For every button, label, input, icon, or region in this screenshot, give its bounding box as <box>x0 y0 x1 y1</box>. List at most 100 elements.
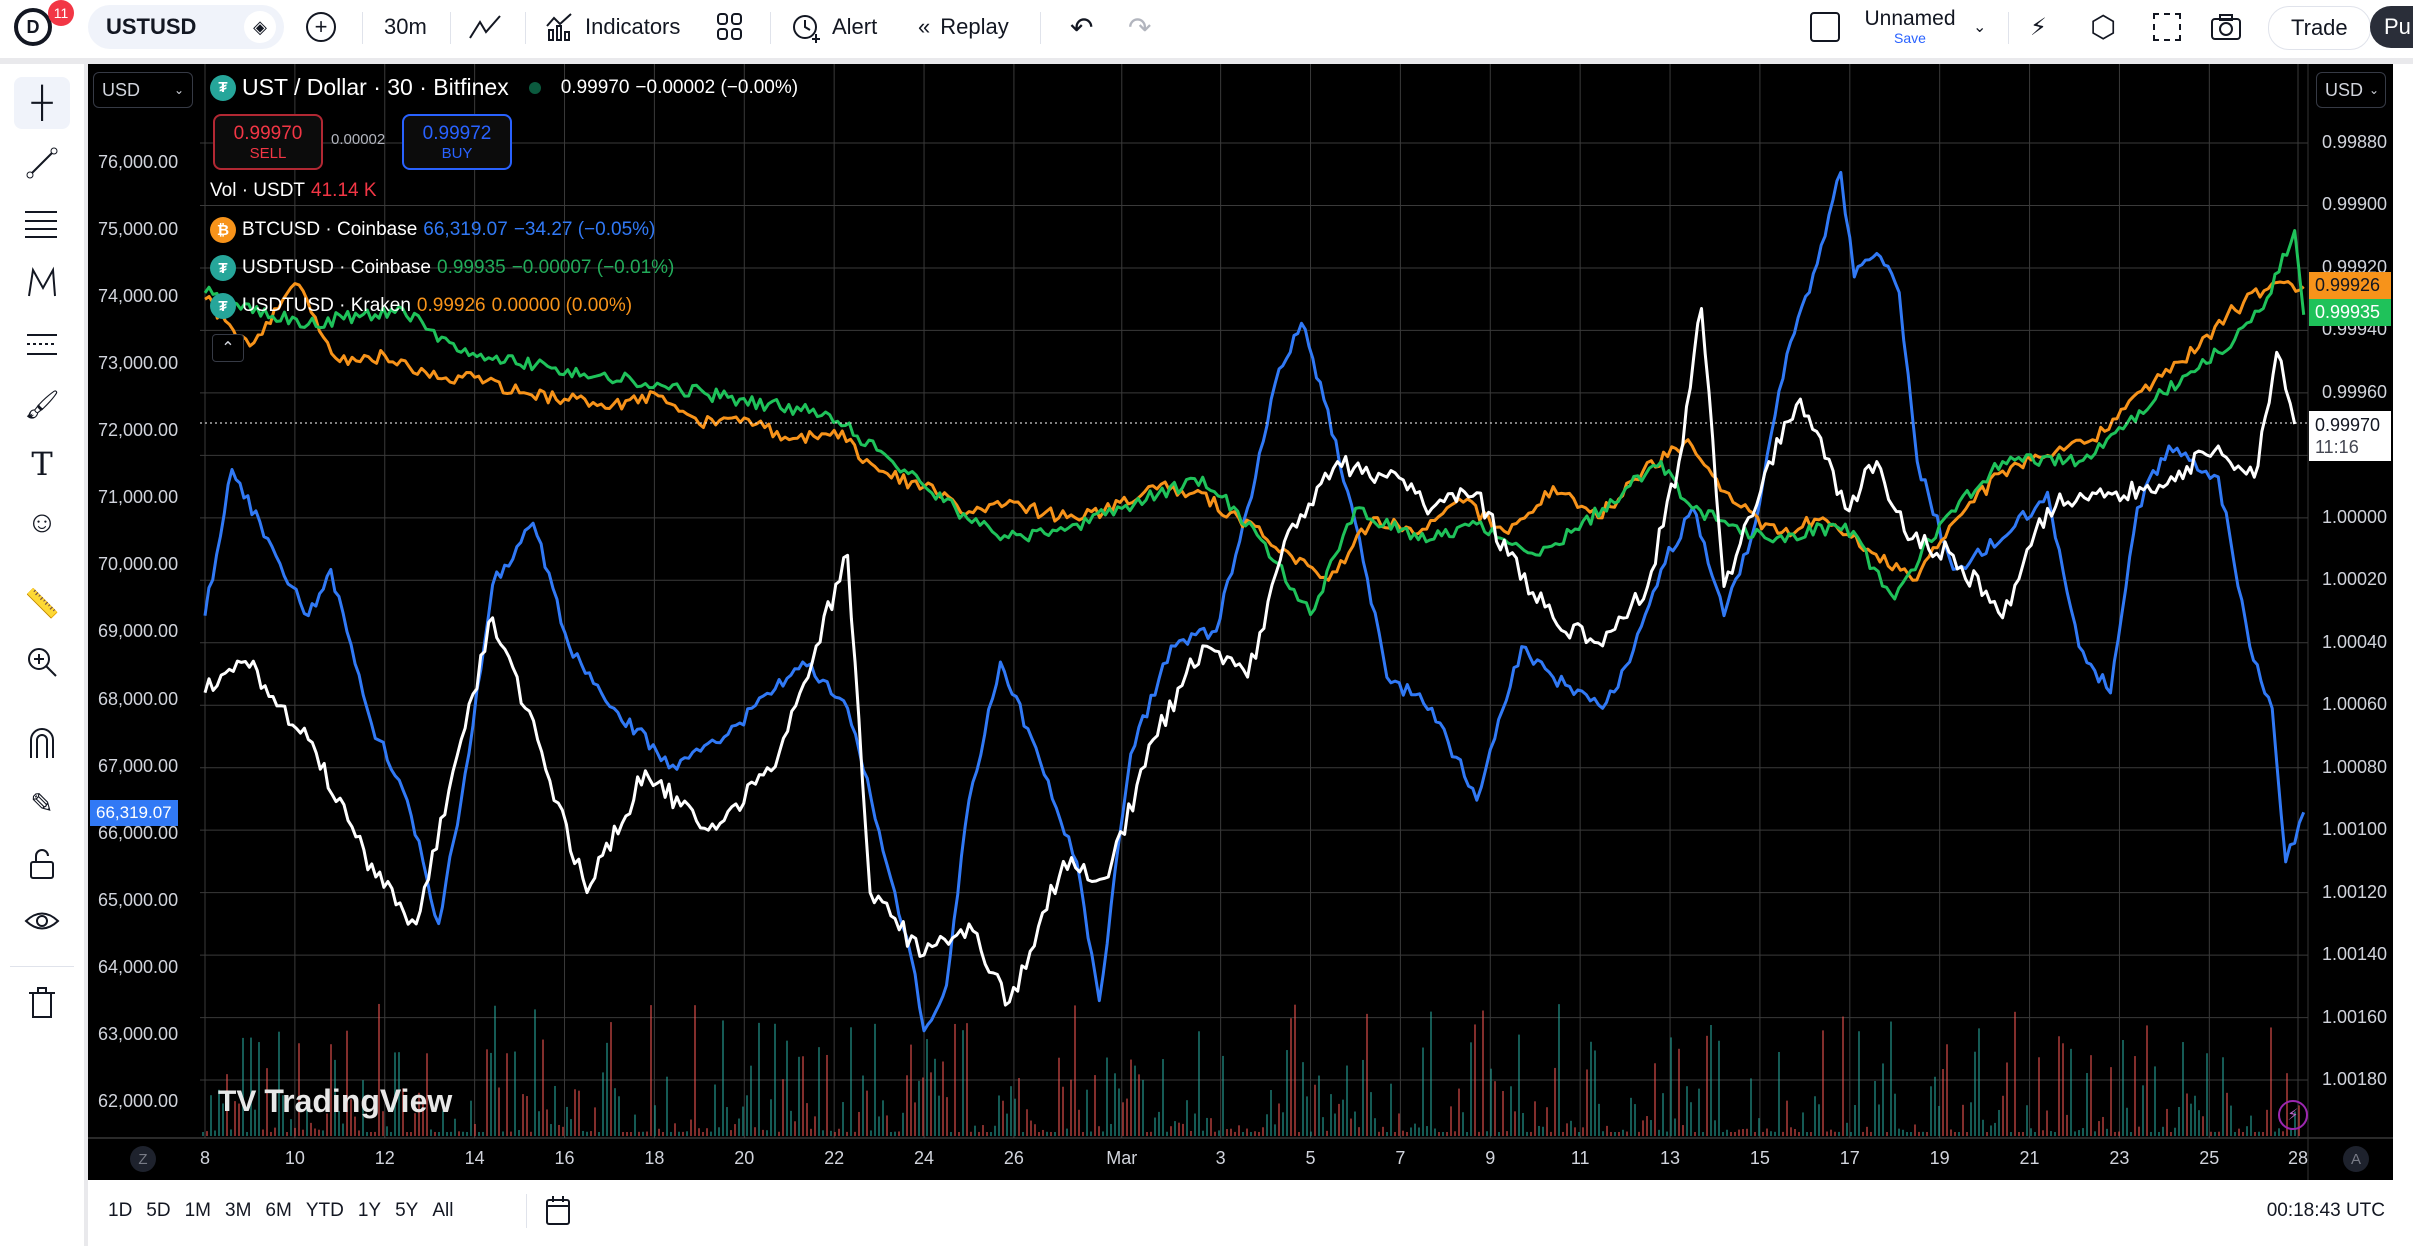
volume-bar <box>1210 1118 1212 1136</box>
range-button-5y[interactable]: 5Y <box>395 1200 418 1222</box>
volume-bar <box>1022 1131 1024 1136</box>
volume-bar <box>1418 1127 1420 1136</box>
volume-bar <box>1778 1051 1780 1136</box>
volume-bar <box>1178 1122 1180 1136</box>
volume-bar <box>1174 1121 1176 1136</box>
right-axis-label: 1.00160 <box>2322 1006 2388 1027</box>
range-button-all[interactable]: All <box>432 1200 453 1222</box>
right-currency-select[interactable]: USD ⌄ <box>2316 72 2386 108</box>
spread-value: 0.00002 <box>331 131 386 148</box>
compare-legend-usdt-coinbase[interactable]: ₮ USDTUSD · Coinbase 0.99935 −0.00007 (−… <box>210 255 674 281</box>
range-button-1m[interactable]: 1M <box>185 1200 211 1222</box>
volume-bar <box>834 1132 836 1136</box>
main-series-legend[interactable]: ₮ UST / Dollar · 30 · Bitfinex 0.99970 −… <box>210 74 798 101</box>
quick-trade-button[interactable]: ⚡ <box>2278 1100 2308 1130</box>
volume-bar <box>1114 1073 1116 1136</box>
volume-bar <box>1050 1131 1052 1136</box>
auto-scale-button[interactable]: A <box>2343 1146 2369 1172</box>
volume-bar <box>934 1058 936 1136</box>
volume-bar <box>2094 1131 2096 1136</box>
volume-bar <box>1906 1132 1908 1136</box>
buy-button[interactable]: 0.99972 BUY <box>402 114 512 170</box>
compare-legend-usdt-kraken[interactable]: ₮ USDTUSD · Kraken 0.99926 0.00000 (0.00… <box>210 293 632 319</box>
compare-legend-btcusd[interactable]: ₿ BTCUSD · Coinbase 66,319.07 −34.27 (−0… <box>210 217 655 243</box>
volume-bar <box>2230 1105 2232 1136</box>
volume-bar <box>918 1080 920 1136</box>
volume-bar <box>1162 1059 1164 1136</box>
utc-clock[interactable]: 00:18:43 UTC <box>2267 1200 2385 1222</box>
time-axis-label: 14 <box>464 1148 485 1168</box>
volume-bar <box>566 1106 568 1136</box>
volume-bar <box>974 1125 976 1136</box>
right-axis-label: 1.00080 <box>2322 756 2388 777</box>
time-axis-label: 21 <box>2019 1148 2040 1168</box>
volume-bar <box>1098 1126 1100 1136</box>
volume-bar <box>2282 1131 2284 1136</box>
range-button-1d[interactable]: 1D <box>108 1200 132 1222</box>
series-line-usdtusd-kraken <box>204 280 2305 582</box>
left-axis-label: 63,000.00 <box>98 1023 179 1044</box>
range-button-5d[interactable]: 5D <box>146 1200 170 1222</box>
time-axis-label: 7 <box>1395 1148 1406 1168</box>
volume-bar <box>1386 1131 1388 1136</box>
range-button-1y[interactable]: 1Y <box>358 1200 381 1222</box>
volume-bar <box>1422 1047 1424 1136</box>
go-to-date-button[interactable] <box>543 1194 573 1233</box>
volume-bar <box>314 1128 316 1136</box>
volume-bar <box>1846 1122 1848 1136</box>
volume-bar <box>1894 1093 1896 1136</box>
volume-bar <box>822 1130 824 1136</box>
volume-bar <box>1446 1131 1448 1136</box>
volume-bar <box>890 1131 892 1136</box>
volume-bar <box>546 1109 548 1136</box>
range-button-6m[interactable]: 6M <box>265 1200 291 1222</box>
collapse-legend-button[interactable]: ⌃ <box>212 334 244 362</box>
volume-bar <box>634 1114 636 1136</box>
volume-bar <box>790 1110 792 1136</box>
volume-bar <box>858 1111 860 1136</box>
sell-button[interactable]: 0.99970 SELL <box>213 114 323 170</box>
time-axis-label: 17 <box>1839 1148 1860 1168</box>
volume-bar <box>1714 1120 1716 1136</box>
volume-bar <box>1690 1102 1692 1136</box>
volume-bar <box>1350 1118 1352 1136</box>
left-currency-select[interactable]: USD ⌄ <box>93 72 193 108</box>
volume-bar <box>1822 1030 1824 1136</box>
volume-bar <box>1246 1128 1248 1136</box>
volume-bar <box>1082 1131 1084 1136</box>
volume-bar <box>894 1131 896 1136</box>
volume-bar <box>686 1131 688 1136</box>
volume-bar <box>2278 1128 2280 1136</box>
volume-bar <box>1406 1131 1408 1136</box>
volume-bar <box>1382 1126 1384 1136</box>
time-axis-label: 5 <box>1305 1148 1316 1168</box>
volume-bar <box>1394 1131 1396 1136</box>
volume-bar <box>1054 1132 1056 1136</box>
market-status-dot <box>528 81 541 94</box>
volume-bar <box>2102 1116 2104 1136</box>
volume-bar <box>1914 1124 1916 1136</box>
volume-bar <box>1898 1128 1900 1136</box>
volume-bar <box>798 1056 800 1136</box>
tradingview-watermark[interactable]: TV TradingView <box>218 1083 452 1120</box>
bar-countdown: 11:16 <box>2315 437 2359 457</box>
compare-value: 66,319.07 <box>423 219 508 240</box>
range-button-3m[interactable]: 3M <box>225 1200 251 1222</box>
volume-bar <box>850 1027 852 1136</box>
zoom-reset-button[interactable]: Z <box>130 1146 156 1172</box>
volume-bar <box>842 1102 844 1136</box>
volume-bar <box>986 1131 988 1136</box>
volume-bar <box>2046 1110 2048 1136</box>
volume-bar <box>1494 1081 1496 1136</box>
volume-bar <box>1818 1104 1820 1136</box>
volume-bar <box>2162 1126 2164 1136</box>
volume-bar <box>554 1085 556 1136</box>
volume-bar <box>1122 1102 1124 1136</box>
volume-bar <box>1270 1089 1272 1136</box>
volume-bar <box>542 1039 544 1136</box>
volume-legend[interactable]: Vol · USDT 41.14 K <box>210 180 377 202</box>
volume-bar <box>1218 1130 1220 1136</box>
time-axis-label: 8 <box>199 1148 211 1168</box>
range-button-ytd[interactable]: YTD <box>306 1200 344 1222</box>
volume-bar <box>2178 1106 2180 1136</box>
